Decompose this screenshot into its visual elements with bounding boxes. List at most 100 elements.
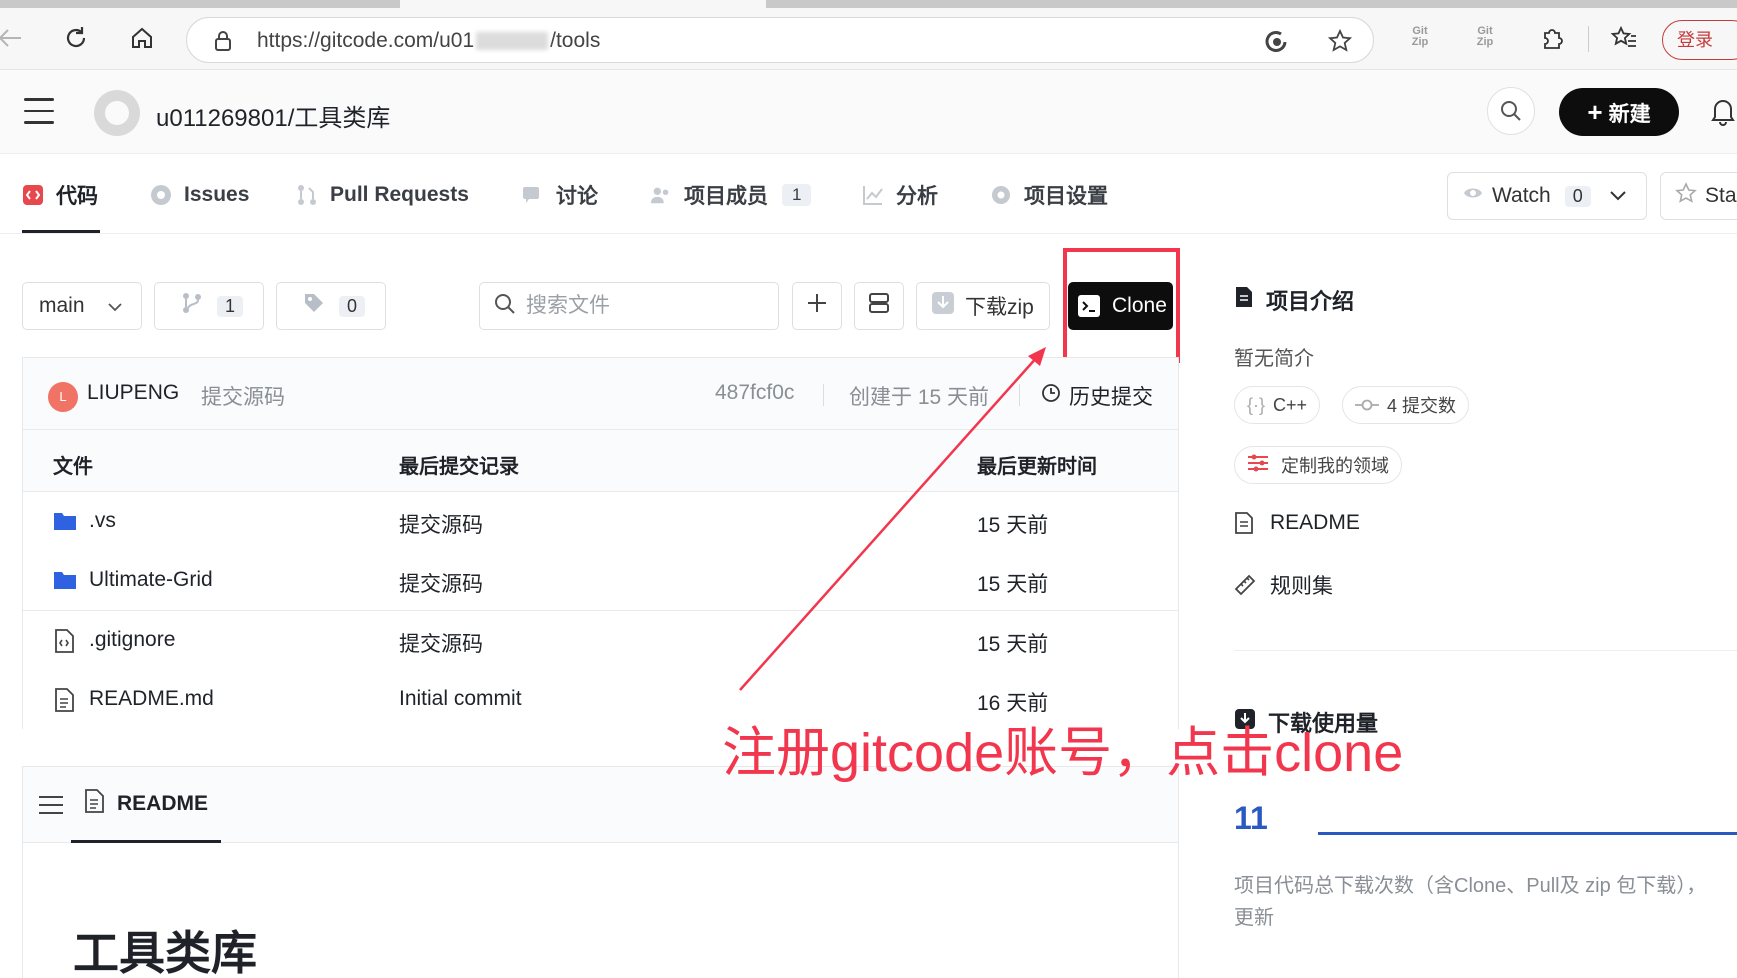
favorites-list-icon[interactable] <box>1608 22 1640 54</box>
file-name[interactable]: .gitignore <box>89 628 175 652</box>
global-search-button[interactable] <box>1487 87 1535 135</box>
back-icon[interactable] <box>0 22 26 54</box>
chevron-down-icon <box>107 294 123 318</box>
file-commit-message[interactable]: 提交源码 <box>399 509 483 539</box>
annotation-highlight-box <box>1063 248 1180 363</box>
readme-heading: 工具类库 <box>73 927 257 978</box>
tab-discussion[interactable]: 讨论 <box>522 180 598 210</box>
file-name[interactable]: Ultimate-Grid <box>89 568 213 592</box>
lock-icon <box>213 30 233 57</box>
browser-tab[interactable] <box>766 0 1737 8</box>
divider <box>1234 650 1737 651</box>
document-icon <box>83 789 105 819</box>
commits-badge[interactable]: 4 提交数 <box>1342 386 1470 424</box>
file-panel: L LIUPENG 提交源码 487fcf0c 创建于 15 天前 历史提交 文… <box>22 357 1179 730</box>
git-zip-extension-icon[interactable]: Git Zip <box>1470 26 1500 52</box>
file-updated-time: 15 天前 <box>977 633 1049 656</box>
file-search-input[interactable] <box>526 294 756 318</box>
reload-icon[interactable] <box>60 22 92 54</box>
file-commit-message[interactable]: 提交源码 <box>399 628 483 658</box>
rules-link[interactable]: 规则集 <box>1234 570 1333 600</box>
branch-select[interactable]: main <box>22 282 142 330</box>
tab-analysis[interactable]: 分析 <box>862 180 938 210</box>
watch-icon <box>1462 184 1484 208</box>
search-icon <box>494 293 516 320</box>
active-tab-indicator <box>22 230 100 233</box>
folder-icon <box>53 510 77 532</box>
document-icon <box>1234 512 1256 534</box>
file-commit-message[interactable]: 提交源码 <box>399 568 483 598</box>
table-row[interactable]: .gitignore 提交源码 15 天前 <box>23 611 1178 671</box>
star-button[interactable]: Sta <box>1660 172 1737 220</box>
star-icon <box>1675 182 1697 210</box>
extensions-icon[interactable] <box>1536 22 1568 54</box>
browser-tab[interactable] <box>0 0 400 8</box>
repo-tabs: 代码 Issues Pull Requests 讨论 项目成员 1 分析 项目设… <box>0 154 1737 234</box>
gear-icon <box>990 184 1012 206</box>
table-row[interactable]: Ultimate-Grid 提交源码 15 天前 <box>23 551 1178 611</box>
watch-count: 0 <box>1564 185 1591 207</box>
home-icon[interactable] <box>126 22 158 54</box>
tags-button[interactable]: 0 <box>276 282 386 330</box>
file-commit-message[interactable]: Initial commit <box>399 687 522 711</box>
avatar[interactable]: L <box>48 382 78 412</box>
file-updated-time: 15 天前 <box>977 514 1049 537</box>
new-button[interactable]: + 新建 <box>1559 88 1679 136</box>
commit-created-time: 创建于 15 天前 <box>849 386 990 409</box>
download-count: 11 <box>1234 800 1268 836</box>
tag-icon <box>303 292 325 320</box>
tab-settings[interactable]: 项目设置 <box>990 180 1108 210</box>
sliders-icon <box>1247 453 1269 478</box>
file-name[interactable]: README.md <box>89 687 214 711</box>
issues-icon <box>150 184 172 206</box>
url-text: https://gitcode.com/u01/tools <box>257 29 601 52</box>
file-name[interactable]: .vs <box>89 509 116 533</box>
tab-readme[interactable]: README <box>83 789 208 819</box>
language-badge[interactable]: {·} C++ <box>1234 386 1321 424</box>
history-commits-link[interactable]: 历史提交 <box>1041 381 1153 411</box>
code-icon <box>22 184 44 206</box>
download-description: 项目代码总下载次数（含Clone、Pull及 zip 包下载）， 更新 <box>1234 875 1707 929</box>
readme-link[interactable]: README <box>1234 511 1360 535</box>
branches-button[interactable]: 1 <box>154 282 264 330</box>
repo-title[interactable]: u011269801/工具类库 <box>156 98 390 133</box>
file-search[interactable] <box>479 282 779 330</box>
download-zip-button[interactable]: 下载zip <box>916 282 1050 330</box>
list-icon[interactable] <box>39 795 63 820</box>
column-header-file: 文件 <box>53 456 93 478</box>
commit-author[interactable]: LIUPENG <box>87 381 179 405</box>
tab-members[interactable]: 项目成员 1 <box>650 180 812 210</box>
code-file-icon <box>53 629 77 653</box>
tab-code[interactable]: 代码 <box>22 180 98 210</box>
notification-bell-icon[interactable] <box>1710 96 1737 126</box>
gitcode-logo[interactable] <box>94 90 140 136</box>
commit-hash[interactable]: 487fcf0c <box>715 381 794 405</box>
tab-pull-requests[interactable]: Pull Requests <box>296 180 469 210</box>
discussion-icon <box>522 184 544 206</box>
login-button[interactable]: 登录 <box>1662 20 1737 60</box>
watch-button[interactable]: Watch 0 <box>1447 172 1647 220</box>
active-tab-indicator <box>71 840 221 843</box>
project-intro-title: 项目介绍 <box>1234 284 1354 316</box>
edge-refresh-icon[interactable] <box>1263 28 1289 54</box>
table-row[interactable]: .vs 提交源码 15 天前 <box>23 492 1178 552</box>
tab-issues[interactable]: Issues <box>150 180 249 210</box>
file-table-header: 文件 最后提交记录 最后更新时间 <box>23 430 1178 492</box>
menu-icon[interactable] <box>24 98 54 126</box>
file-updated-time: 15 天前 <box>977 573 1049 596</box>
readme-panel: README 工具类库 <box>22 766 1179 978</box>
site-header: u011269801/工具类库 + 新建 <box>0 70 1737 154</box>
favorite-star-icon[interactable] <box>1327 28 1353 54</box>
commit-message[interactable]: 提交源码 <box>201 381 285 411</box>
address-bar[interactable]: https://gitcode.com/u01/tools <box>186 17 1374 63</box>
add-file-button[interactable] <box>792 282 842 330</box>
toolbar-divider <box>1588 26 1589 52</box>
download-icon <box>931 291 955 321</box>
commit-icon <box>1355 395 1379 416</box>
custom-domain-badge[interactable]: 定制我的领域 <box>1234 446 1402 484</box>
git-zip-extension-icon[interactable]: Git Zip <box>1405 26 1435 52</box>
web-ide-button[interactable] <box>854 282 904 330</box>
pull-request-icon <box>296 184 318 206</box>
divider <box>1019 384 1020 406</box>
download-trend-line <box>1318 832 1737 835</box>
